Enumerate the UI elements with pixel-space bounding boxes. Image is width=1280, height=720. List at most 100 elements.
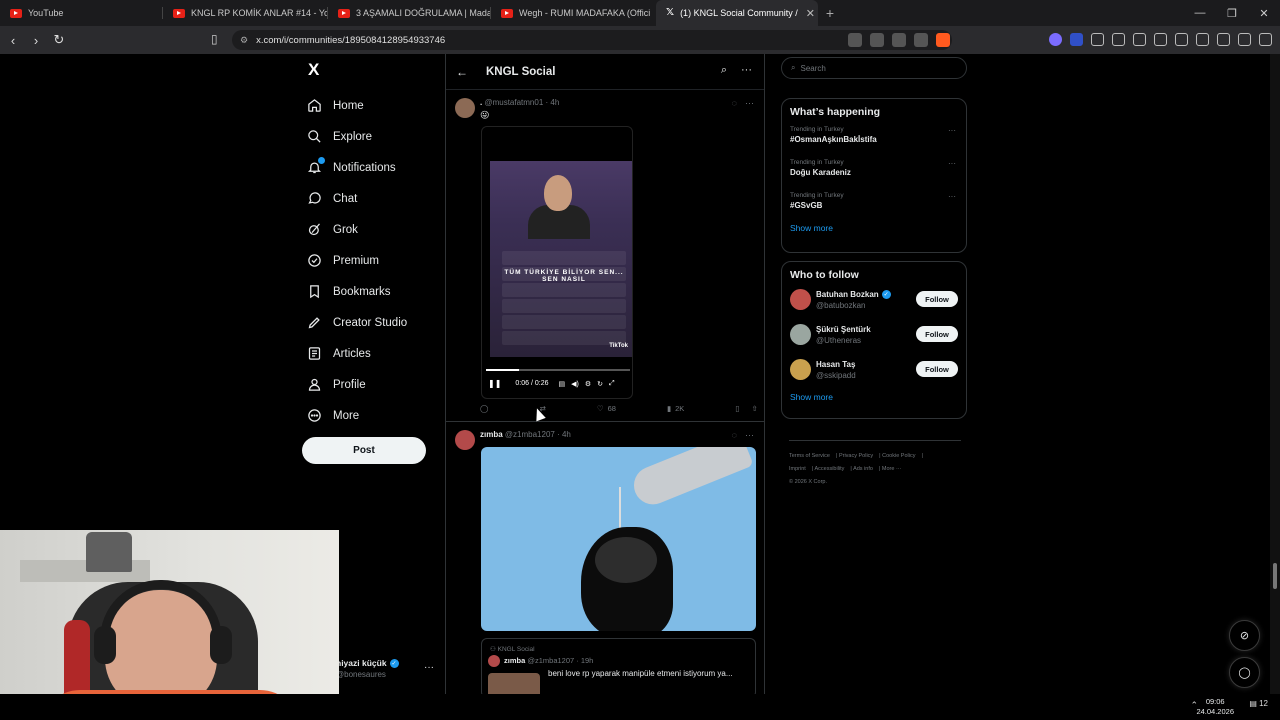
url-field[interactable]: ⚙ x.com/i/communities/189508412895493374… — [232, 30, 952, 50]
tab-kngl-rp[interactable]: KNGL RP KOMİK ANLAR #14 - YouTu — [163, 0, 328, 26]
tweet-more-icon[interactable]: ··· — [745, 430, 754, 440]
tweet-more-icon[interactable]: ··· — [745, 98, 754, 108]
notification-center-icon[interactable]: ▤ 12 — [1249, 699, 1268, 708]
close-tab-icon[interactable]: ✕ — [806, 7, 815, 20]
leo-icon[interactable] — [1217, 33, 1230, 46]
x-logo[interactable]: X — [308, 60, 319, 80]
account-switcher[interactable]: niyazi küçük ✓ @bonesaures — [336, 658, 436, 679]
search-input[interactable]: ⌕ Search — [781, 57, 967, 79]
trend-item[interactable]: Trending in Turkey #OsmanAşkınBakİstifa … — [782, 118, 966, 151]
trend-item[interactable]: Trending in Turkey Doğu Karadeniz ··· — [782, 151, 966, 184]
vpn-icon[interactable] — [1238, 33, 1251, 46]
site-settings-icon[interactable]: ⚙ — [240, 35, 248, 46]
taskbar-clock[interactable]: 09:06 24.04.2026 — [1196, 697, 1234, 717]
avatar[interactable] — [455, 430, 475, 450]
quoted-tweet[interactable]: ⚇ KNGL Social zımba @z1mba1207 · 19h ben… — [481, 638, 756, 694]
footer-link[interactable]: Imprint — [789, 466, 806, 472]
translate-icon[interactable] — [848, 33, 862, 47]
avatar[interactable] — [790, 324, 811, 345]
nav-articles[interactable]: Articles — [306, 338, 407, 369]
post-button[interactable]: Post — [302, 437, 426, 464]
tweet[interactable]: . @mustafatmn01 · 4h ◌ ··· 😜 TÜM TÜRKİYE… — [446, 90, 764, 422]
reply-button[interactable]: ◯ — [480, 404, 488, 413]
close-window-icon[interactable]: ✕ — [1248, 0, 1280, 26]
puzzle-icon[interactable] — [1133, 33, 1146, 46]
tab-x-community[interactable]: 𝕏 (1) KNGL Social Community / ✕ — [656, 0, 818, 26]
author-name[interactable]: . — [480, 98, 482, 107]
tweet[interactable]: zımba @z1mba1207 · 4h ◌ ··· ⚇ KNGL Socia… — [446, 422, 764, 694]
share-icon[interactable] — [914, 33, 928, 47]
footer-link[interactable]: Accessibility — [814, 466, 844, 472]
tab-dogrulama[interactable]: 3 AŞAMALI DOĞRULAMA | Madara C — [328, 0, 491, 26]
nav-grok[interactable]: Grok — [306, 214, 407, 245]
video-progress-bar[interactable] — [486, 369, 630, 371]
trend-more-icon[interactable]: ··· — [948, 192, 956, 201]
author-handle[interactable]: @mustafatmn01 — [484, 98, 543, 107]
nav-chat[interactable]: Chat — [306, 183, 407, 214]
follow-button[interactable]: Follow — [916, 291, 958, 307]
settings-icon[interactable]: ⚙ — [585, 380, 591, 388]
footer-link[interactable]: Ads info — [853, 466, 873, 472]
tweet-time[interactable]: 4h — [550, 98, 559, 107]
trend-more-icon[interactable]: ··· — [948, 159, 956, 168]
account-more-icon[interactable]: ··· — [424, 662, 434, 673]
grok-analyze-icon[interactable]: ◌ — [732, 98, 737, 108]
search-icon[interactable]: ⌕ — [721, 64, 727, 77]
tweet-image[interactable] — [481, 447, 756, 631]
nav-explore[interactable]: Explore — [306, 121, 407, 152]
restore-icon[interactable]: ❐ — [1216, 0, 1248, 26]
captions-icon[interactable]: ▤ — [559, 380, 566, 388]
views-button[interactable]: ▮ 2K — [667, 404, 684, 413]
fullscreen-icon[interactable]: ⤢ — [609, 380, 615, 388]
author-handle[interactable]: @z1mba1207 — [505, 430, 555, 439]
follow-button[interactable]: Follow — [916, 326, 958, 342]
grok-analyze-icon[interactable]: ◌ — [732, 430, 737, 440]
cast-icon[interactable] — [870, 33, 884, 47]
follow-button[interactable]: Follow — [916, 361, 958, 377]
nav-premium[interactable]: Premium — [306, 245, 407, 276]
loop-icon[interactable]: ↻ — [597, 380, 603, 388]
avatar[interactable] — [455, 98, 475, 118]
menu-icon[interactable] — [1259, 33, 1272, 46]
reload-icon[interactable]: ↻ — [49, 30, 69, 50]
tab-wegh[interactable]: Wegh - RUMI MADAFAKA (Offici — [491, 0, 656, 26]
footer-link[interactable]: Terms of Service — [789, 453, 830, 459]
page-scrollbar[interactable] — [1270, 54, 1280, 694]
nav-home[interactable]: Home — [306, 90, 407, 121]
tweet-time[interactable]: 4h — [562, 430, 571, 439]
follow-suggestion[interactable]: Şükrü Şentürk @Utheneras Follow — [782, 316, 966, 351]
follow-suggestion[interactable]: Batuhan Bozkan ✓ @batubozkan Follow — [782, 281, 966, 316]
bookmark-icon[interactable]: ▯ — [735, 404, 739, 413]
like-button[interactable]: ♡ 68 — [597, 404, 616, 413]
back-arrow-icon[interactable]: ← — [456, 65, 468, 79]
extension-1-icon[interactable] — [1049, 33, 1062, 46]
chat-floating-button[interactable]: ◯ — [1229, 657, 1260, 688]
trend-item[interactable]: Trending in Turkey #GSvGB ··· — [782, 184, 966, 217]
show-more-link[interactable]: Show more — [782, 217, 966, 243]
new-tab-button[interactable]: + — [818, 5, 842, 21]
avatar[interactable] — [790, 289, 811, 310]
trend-more-icon[interactable]: ··· — [948, 126, 956, 135]
extension-2-icon[interactable] — [1070, 33, 1083, 46]
extension-4-icon[interactable] — [1112, 33, 1125, 46]
bookmark-page-icon[interactable]: ▯ — [211, 32, 218, 46]
zoom-icon[interactable] — [892, 33, 906, 47]
footer-link[interactable]: Cookie Policy — [882, 453, 915, 459]
more-options-icon[interactable]: ··· — [741, 64, 752, 77]
grok-floating-button[interactable]: ⊘ — [1229, 620, 1260, 651]
extension-3-icon[interactable] — [1091, 33, 1104, 46]
video-player[interactable]: TÜM TÜRKİYE BİLİYOR SEN... SEN NASIL Tik… — [481, 126, 633, 399]
volume-icon[interactable]: ◀) — [571, 380, 579, 388]
follow-suggestion[interactable]: Hasan Taş @sskipadd Follow — [782, 351, 966, 386]
sidebar-icon[interactable] — [1175, 33, 1188, 46]
avatar[interactable] — [790, 359, 811, 380]
share-icon[interactable]: ⇧ — [752, 404, 758, 413]
brave-shield-icon[interactable] — [936, 33, 950, 47]
footer-link[interactable]: Privacy Policy — [839, 453, 873, 459]
pause-icon[interactable]: ❚❚ — [488, 379, 501, 388]
music-icon[interactable] — [1154, 33, 1167, 46]
forward-icon[interactable]: › — [26, 30, 46, 50]
nav-creator-studio[interactable]: Creator Studio — [306, 307, 407, 338]
wallet-icon[interactable] — [1196, 33, 1209, 46]
minimize-icon[interactable]: — — [1184, 0, 1216, 26]
